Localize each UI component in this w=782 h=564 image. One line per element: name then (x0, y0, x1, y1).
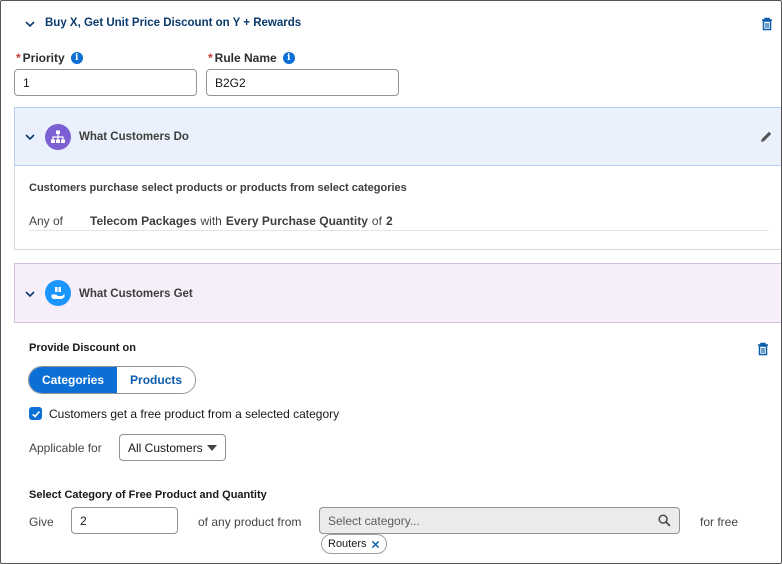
trash-icon[interactable] (761, 17, 773, 31)
provide-discount-label: Provide Discount on (29, 342, 136, 354)
pill-label: Routers (328, 538, 367, 550)
hierarchy-icon (45, 124, 71, 150)
gift-hand-icon (45, 280, 71, 306)
rule-name-label-group: * Rule Name i (208, 51, 295, 65)
condition-line: Telecom Packages with Every Purchase Qua… (90, 214, 393, 228)
what-customers-get-title: What Customers Get (79, 288, 193, 300)
free-product-checkbox[interactable] (29, 407, 42, 420)
tab-categories[interactable]: Categories (29, 367, 118, 393)
category-placeholder: Select category... (328, 513, 420, 528)
pencil-icon[interactable] (759, 130, 773, 144)
rule-editor-panel: Buy X, Get Unit Price Discount on Y + Re… (0, 0, 782, 564)
condition-quantity: 2 (385, 214, 393, 228)
info-icon[interactable]: i (282, 52, 295, 64)
info-icon[interactable]: i (70, 52, 83, 64)
selected-category-pill: Routers (321, 534, 387, 554)
trash-icon[interactable] (757, 342, 769, 356)
select-category-heading: Select Category of Free Product and Quan… (29, 489, 267, 501)
rule-name-input[interactable]: B2G2 (206, 69, 399, 96)
condition-item: Telecom Packages (90, 214, 197, 228)
condition-type: Every Purchase Quantity (225, 214, 368, 228)
what-customers-do-body (14, 166, 781, 250)
discount-type-toggle: Categories Products (28, 366, 197, 394)
caret-down-icon (207, 444, 217, 451)
required-marker: * (16, 51, 21, 65)
tab-products[interactable]: Products (117, 367, 196, 393)
priority-input[interactable]: 1 (14, 69, 197, 96)
what-customers-do-title: What Customers Do (79, 131, 189, 143)
free-product-checkbox-label: Customers get a free product from a sele… (49, 407, 340, 421)
give-label: Give (29, 515, 54, 529)
do-description: Customers purchase select products or pr… (29, 182, 407, 194)
priority-label: Priority (22, 51, 65, 65)
rule-name-label: Rule Name (214, 51, 277, 65)
required-marker: * (208, 51, 213, 65)
category-search-input[interactable]: Select category... (319, 507, 680, 534)
applicable-for-select[interactable]: All Customers (119, 434, 226, 461)
chevron-down-icon[interactable] (24, 18, 36, 30)
search-icon (658, 514, 671, 527)
close-icon[interactable] (371, 540, 380, 549)
checkmark-icon (31, 410, 40, 418)
condition-with: with (200, 214, 222, 228)
divider (29, 230, 769, 231)
any-of-label: Any of (29, 214, 64, 228)
applicable-for-value: All Customers (128, 440, 203, 455)
chevron-down-icon[interactable] (24, 131, 36, 143)
for-free-label: for free (700, 515, 739, 529)
rule-title: Buy X, Get Unit Price Discount on Y + Re… (45, 17, 302, 29)
priority-label-group: * Priority i (16, 51, 83, 65)
give-quantity-input[interactable]: 2 (71, 507, 178, 534)
condition-of: of (371, 214, 382, 228)
chevron-down-icon[interactable] (24, 288, 36, 300)
any-product-from-label: of any product from (198, 515, 302, 529)
applicable-for-label: Applicable for (29, 441, 102, 455)
